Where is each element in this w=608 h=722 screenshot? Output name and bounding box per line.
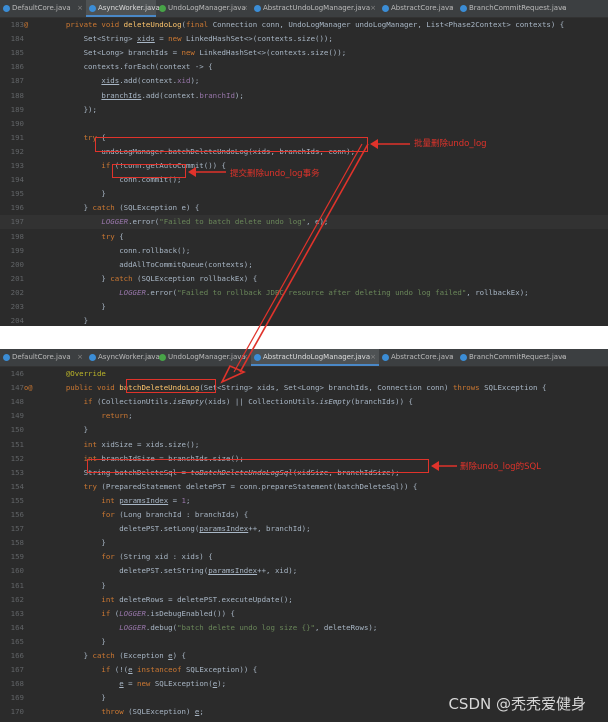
connector-arrow-icon [220, 143, 369, 384]
